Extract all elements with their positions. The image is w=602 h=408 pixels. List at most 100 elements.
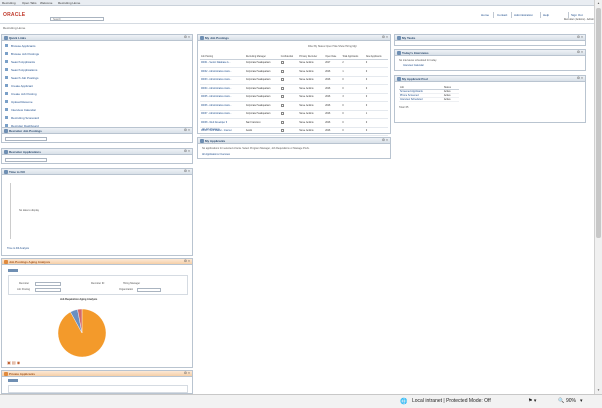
zoom-level[interactable]: 90% — [566, 398, 576, 404]
filter-toggle[interactable] — [8, 269, 18, 272]
nav-contact[interactable]: Contact — [497, 13, 507, 17]
all-job-postings-link[interactable]: All Job Postings — [202, 128, 220, 131]
nav-help[interactable]: Help — [543, 13, 549, 17]
scroll-up-icon[interactable]: ▲ — [596, 1, 601, 5]
confidential-checkbox[interactable] — [280, 112, 284, 116]
table-row[interactable]: 00031 - Senior Database A... Corporate He… — [200, 59, 388, 68]
quick-link-item[interactable]: Recruiting Scorecard — [5, 115, 125, 120]
confidential-checkbox[interactable] — [280, 61, 284, 65]
zoom-dropdown-icon[interactable]: ▾ — [580, 398, 583, 404]
close-icon[interactable]: ⚙ × — [577, 50, 583, 54]
nav-home[interactable]: Home — [481, 13, 489, 17]
quick-link-label[interactable]: Recruiting Scorecard — [11, 116, 39, 120]
table-row[interactable]: 00034 - Administrative Assis... Corporate… — [200, 84, 388, 94]
close-icon[interactable]: ⚙ × — [382, 35, 388, 39]
confidential-checkbox[interactable] — [280, 95, 284, 99]
nav-sign-out[interactable]: Sign Out — [571, 13, 583, 17]
quick-link-label[interactable]: Search Applications — [11, 68, 37, 72]
table-row[interactable]: 00035 - Administrative Assis... Corporate… — [200, 93, 388, 102]
column-header[interactable]: Primary Recruiter — [298, 51, 325, 60]
close-icon[interactable]: ⚙ × — [184, 128, 190, 132]
filter-toggle[interactable] — [8, 379, 18, 382]
table-row[interactable]: 00036 - Administrative Assis... Corporate… — [200, 101, 388, 111]
job-posting-link[interactable]: 00037 - Administrative Assis... — [200, 110, 245, 119]
organization-field[interactable] — [137, 288, 161, 292]
all-applications-link[interactable]: All Applications Overview — [202, 153, 230, 156]
confidential-checkbox[interactable] — [280, 78, 284, 82]
protected-mode-icon[interactable]: ⚑ ▾ — [528, 398, 536, 404]
recruiter-field[interactable] — [35, 282, 61, 286]
quick-link-item[interactable]: Search Applicants — [5, 59, 125, 64]
quick-link-label[interactable]: Search Job Postings — [11, 76, 39, 80]
topnav-item-0[interactable]: Recruiting — [2, 1, 16, 5]
search-input[interactable] — [50, 17, 104, 21]
table-cell: Corporate Headquarters — [244, 59, 280, 68]
close-icon[interactable]: ⚙ × — [382, 138, 388, 142]
confidential-checkbox[interactable] — [280, 129, 284, 133]
quick-link-item[interactable]: Browse Applicants — [5, 43, 125, 48]
close-icon[interactable]: ⚙ × — [184, 35, 190, 39]
job-posting-link[interactable]: 00034 - Administrative Assis... — [200, 84, 245, 94]
column-header[interactable]: Job Posting — [200, 51, 245, 60]
my-applicants-panel: My Applicants ⚙ × No applications for se… — [197, 137, 391, 159]
table-row[interactable]: 00039 - Web Master - Internet Austin Steve… — [200, 127, 388, 136]
confidential-checkbox[interactable] — [280, 86, 284, 90]
quick-link-label[interactable]: Browse Job Postings — [11, 52, 39, 56]
quick-link-item[interactable]: Create Job Posting — [5, 91, 125, 96]
confidential-checkbox[interactable] — [280, 103, 284, 107]
column-header[interactable]: Open Date — [324, 51, 342, 60]
job-posting-link[interactable]: 00035 - Administrative Assis... — [200, 93, 245, 102]
quick-link-item[interactable]: Create Applicant — [5, 83, 125, 88]
recruiter-select[interactable] — [5, 137, 47, 141]
quick-link-item[interactable]: Interview Calendar — [5, 107, 125, 112]
pool-stage-link[interactable]: Interview Scheduled — [399, 97, 443, 102]
close-icon[interactable]: ⚙ × — [184, 149, 190, 153]
recruiter-select[interactable] — [5, 158, 47, 162]
quick-link-item[interactable]: Search Job Postings — [5, 75, 125, 80]
panel-title: My Applicant Pool — [402, 77, 428, 81]
table-row[interactable]: 00032 - Administrative Assis... Corporate… — [200, 67, 388, 77]
table-row[interactable]: 00033 - Administrative Assis... Corporate… — [200, 76, 388, 85]
quick-link-label[interactable]: Create Applicant — [11, 84, 33, 88]
column-header[interactable]: New Applicants — [364, 51, 388, 60]
scrollbar-thumb[interactable] — [596, 8, 601, 238]
confidential-checkbox[interactable] — [280, 120, 284, 124]
job-posting-link[interactable]: 00038 - Web Developer II — [200, 118, 245, 128]
chart-tool-icons[interactable]: ▣ ▤ ◉ — [7, 360, 20, 365]
close-icon[interactable]: ⚙ × — [184, 371, 190, 375]
close-icon[interactable]: ⚙ × — [577, 35, 583, 39]
interview-calendar-link[interactable]: Interview Calendar — [403, 64, 424, 67]
job-posting-link[interactable]: 00036 - Administrative Assis... — [200, 101, 245, 111]
quick-link-label[interactable]: Search Applicants — [11, 60, 35, 64]
quick-link-item[interactable]: Browse Job Postings — [5, 51, 125, 56]
job-posting-link[interactable]: 00032 - Administrative Assis... — [200, 67, 245, 77]
vertical-scrollbar[interactable]: ▲ ▼ — [594, 0, 602, 394]
quick-link-label[interactable]: Upload Resume — [11, 100, 33, 104]
close-icon[interactable]: ⚙ × — [184, 259, 190, 263]
nav-divider — [493, 12, 494, 18]
confidential-checkbox[interactable] — [280, 69, 284, 73]
scroll-down-icon[interactable]: ▼ — [596, 388, 601, 392]
topnav-item-1[interactable]: Open Tabs — [22, 1, 36, 5]
quick-link-item[interactable]: Search Applications — [5, 67, 125, 72]
column-header[interactable]: Recruiting Manager — [244, 51, 280, 60]
job-posting-link[interactable]: 00033 - Administrative Assis... — [200, 76, 245, 85]
table-row[interactable]: 00038 - Web Developer II San Francisco Ste… — [200, 118, 388, 128]
column-header[interactable]: Confidential — [279, 51, 299, 60]
quick-link-item[interactable]: Upload Resume — [5, 99, 125, 104]
quick-link-label[interactable]: Interview Calendar — [11, 108, 36, 112]
quick-link-label[interactable]: Browse Applicants — [11, 44, 36, 48]
topnav-item-2[interactable]: Welcome — [40, 1, 52, 5]
close-icon[interactable]: ⚙ × — [184, 169, 190, 173]
job-posting-link[interactable]: 00031 - Senior Database A... — [200, 59, 245, 68]
nav-administration[interactable]: Administration — [514, 13, 533, 17]
job-filter-controls[interactable]: Filter By Status Open Hide Show Hiring M… — [308, 45, 357, 48]
column-header[interactable]: Total Applicants — [341, 51, 365, 60]
time-to-fill-link[interactable]: Time to Fill Analysis — [7, 247, 29, 250]
close-icon[interactable]: ⚙ × — [577, 76, 583, 80]
job-posting-field[interactable] — [35, 288, 61, 292]
zoom-icon[interactable]: 🔍 — [558, 398, 564, 404]
table-row[interactable]: 00037 - Administrative Assis... Corporate… — [200, 110, 388, 119]
quick-link-label[interactable]: Create Job Posting — [11, 92, 37, 96]
topnav-item-3[interactable]: Recruiting Home — [58, 1, 80, 5]
